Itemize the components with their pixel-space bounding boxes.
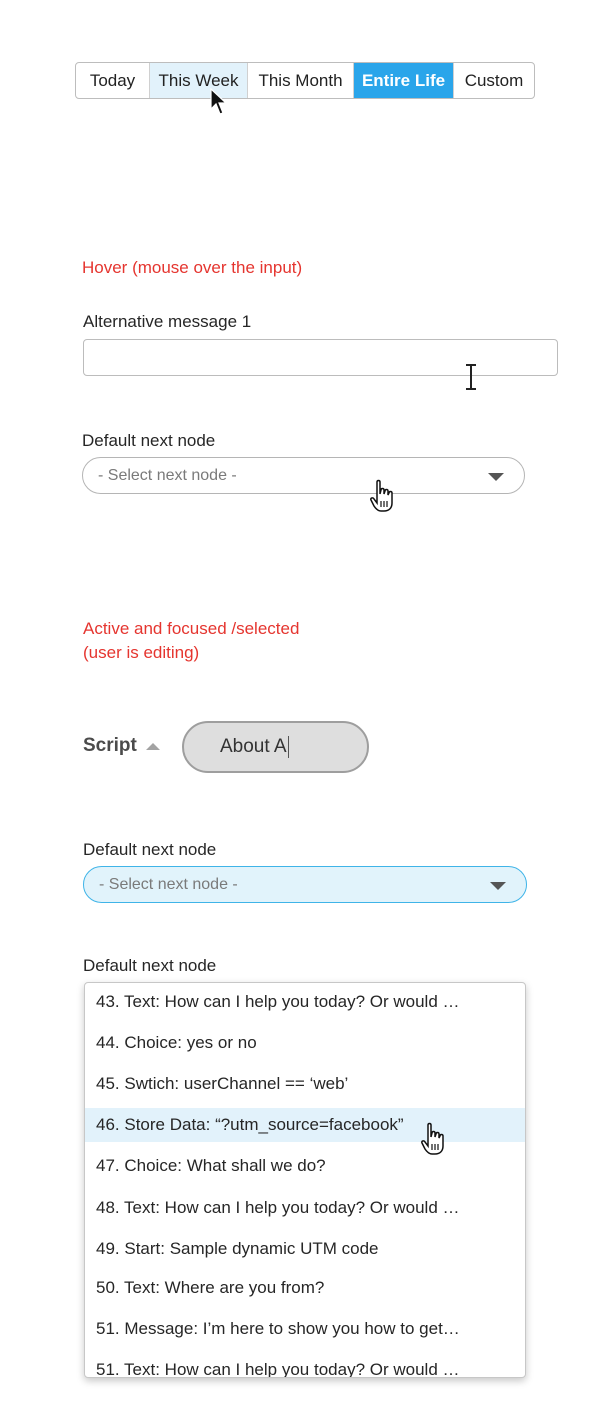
text-caret: [287, 736, 289, 758]
script-toggle[interactable]: Script: [83, 735, 160, 757]
dropdown-option[interactable]: 50. Text: Where are you from?: [85, 1271, 525, 1305]
caret-up-icon: [145, 742, 160, 750]
arrow-cursor-icon: [210, 88, 228, 115]
script-name-input[interactable]: About A: [182, 721, 369, 773]
hover-section-heading: Hover (mouse over the input): [82, 258, 303, 277]
hover-next-node-label: Default next node: [82, 431, 216, 450]
active-next-node-placeholder: - Select next node -: [99, 875, 238, 893]
active-next-node-select[interactable]: - Select next node -: [83, 866, 527, 903]
dropdown-option[interactable]: 44. Choice: yes or no: [85, 1026, 525, 1060]
hand-cursor-icon: [421, 1122, 444, 1155]
segment-custom[interactable]: Custom: [454, 63, 534, 98]
dropdown-option[interactable]: 48. Text: How can I help you today? Or w…: [85, 1191, 525, 1225]
dropdown-option[interactable]: 47. Choice: What shall we do?: [85, 1149, 525, 1183]
dropdown-option-highlighted[interactable]: 46. Store Data: “?utm_source=facebook”: [85, 1108, 525, 1142]
chevron-down-icon: [490, 882, 506, 890]
chevron-down-icon: [488, 473, 504, 481]
active-section-heading-line2: (user is editing): [83, 643, 200, 662]
active-section-heading-line1: Active and focused /selected: [83, 619, 300, 638]
hover-next-node-placeholder: - Select next node -: [98, 466, 237, 484]
dropdown-option[interactable]: 51. Message: I’m here to show you how to…: [85, 1312, 525, 1346]
script-label: Script: [83, 735, 137, 756]
dropdown-next-node-label: Default next node: [83, 956, 217, 975]
segment-entire-life[interactable]: Entire Life: [354, 63, 454, 98]
dropdown-option[interactable]: 49. Start: Sample dynamic UTM code: [85, 1232, 525, 1266]
hover-next-node-select[interactable]: - Select next node -: [82, 457, 525, 494]
alt-message-input[interactable]: [83, 339, 558, 376]
script-name-value: About A: [220, 736, 287, 757]
dropdown-option[interactable]: 43. Text: How can I help you today? Or w…: [85, 985, 525, 1019]
dropdown-option[interactable]: 45. Swtich: userChannel == ‘web’: [85, 1067, 525, 1101]
next-node-dropdown-list[interactable]: 43. Text: How can I help you today? Or w…: [84, 982, 526, 1378]
active-next-node-label: Default next node: [83, 840, 217, 859]
segment-this-month[interactable]: This Month: [248, 63, 354, 98]
hand-cursor-icon: [370, 479, 393, 512]
segment-today[interactable]: Today: [76, 63, 150, 98]
date-range-segmented-control: Today This Week This Month Entire Life C…: [75, 62, 535, 99]
text-cursor-icon: [466, 364, 476, 390]
alt-message-label: Alternative message 1: [83, 312, 252, 331]
dropdown-option[interactable]: 51. Text: How can I help you today? Or w…: [85, 1353, 525, 1377]
segment-this-week[interactable]: This Week: [150, 63, 248, 98]
